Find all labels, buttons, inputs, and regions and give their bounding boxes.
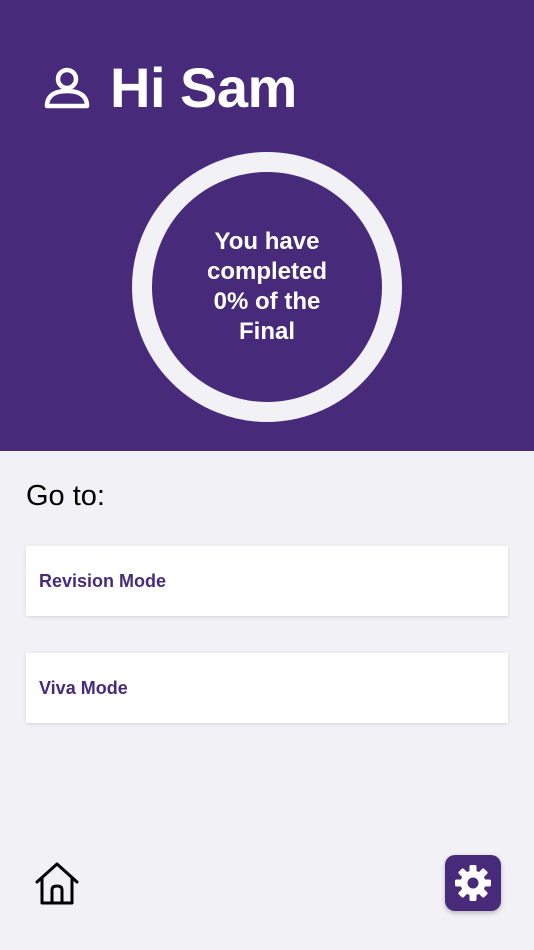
settings-button[interactable]: [445, 855, 501, 911]
progress-line-3: 0% of the: [213, 288, 321, 315]
progress-text: You have completed 0% of the Final: [188, 208, 346, 366]
viva-mode-label: Viva Mode: [39, 677, 128, 698]
home-button[interactable]: [33, 858, 81, 908]
progress-ring: You have completed 0% of the Final: [132, 152, 402, 422]
header-banner: Hi Sam You have completed 0% of the Fina…: [0, 0, 534, 451]
progress-line-2: completed: [206, 258, 328, 285]
gear-icon: [455, 865, 491, 901]
greeting-row: Hi Sam: [40, 52, 297, 124]
user-icon: [40, 61, 94, 115]
home-icon: [35, 862, 79, 905]
progress-line-4: Final: [238, 318, 295, 345]
viva-mode-button[interactable]: Viva Mode: [26, 653, 508, 723]
greeting-title: Hi Sam: [110, 56, 297, 119]
revision-mode-button[interactable]: Revision Mode: [26, 546, 508, 616]
revision-mode-label: Revision Mode: [39, 570, 167, 591]
goto-title: Go to:: [26, 480, 105, 512]
progress-line-1: You have: [214, 228, 320, 255]
